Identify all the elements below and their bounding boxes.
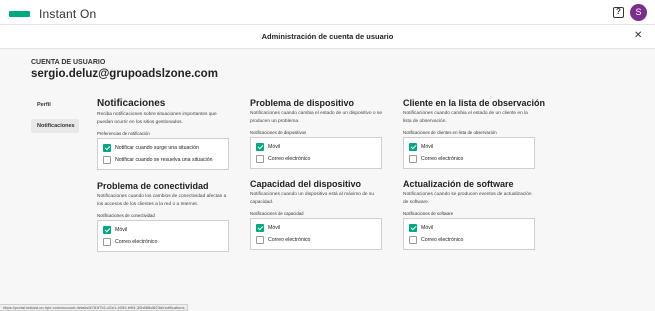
checkbox-unchecked[interactable] — [256, 155, 264, 164]
section-description: Notificaciones cuando cambia el estado d… — [403, 111, 528, 124]
option-label: Correo electrónico — [268, 156, 311, 163]
nav-item-notificaciones[interactable]: Notificaciones — [31, 119, 79, 133]
help-icon[interactable]: ? — [613, 7, 624, 18]
option-label: Móvil — [268, 144, 281, 151]
options-box: Notificar cuando surge una situación Not… — [97, 138, 229, 171]
section-title: Cliente en la lista de observación — [403, 98, 546, 108]
options-box: Móvil Correo electrónico — [97, 220, 229, 253]
account-email: sergio.deluz@grupoadslzone.com — [31, 68, 218, 80]
logo[interactable]: Instant On — [9, 7, 96, 21]
section-description: Notificaciones cuando se producen evento… — [403, 192, 532, 205]
section-description: Notificaciones cuando cambia el estado d… — [250, 111, 382, 124]
close-icon[interactable]: ✕ — [634, 30, 642, 41]
checkbox-unchecked[interactable] — [409, 155, 417, 164]
option-email[interactable]: Correo electrónico — [256, 153, 376, 165]
options-box: Móvil Correo electrónico — [250, 137, 382, 170]
main-content: CUENTA DE USUARIO sergio.deluz@grupoadsl… — [0, 50, 655, 304]
option-label: Móvil — [115, 227, 128, 234]
option-label: Correo electrónico — [421, 156, 464, 163]
section-dispositivo: Problema de dispositivo Notificaciones c… — [250, 98, 382, 170]
section-label: Notificaciones de clientes en lista de o… — [403, 130, 497, 136]
options-box: Móvil Correo electrónico — [403, 218, 535, 251]
option-label: Notificar cuando se resuelva una situaci… — [115, 157, 213, 164]
section-description: Notificaciones cuando un dispositivo est… — [250, 192, 374, 205]
section-notificaciones: Notificaciones Reciba notificaciones sob… — [97, 98, 229, 171]
option-movil[interactable]: Móvil — [409, 141, 529, 153]
option-email[interactable]: Correo electrónico — [256, 234, 376, 246]
checkbox-checked[interactable] — [409, 224, 417, 233]
options-box: Móvil Correo electrónico — [250, 218, 382, 251]
option-notify-situation[interactable]: Notificar cuando surge una situación — [103, 142, 223, 154]
section-description: Notificaciones cuando los cambios de con… — [97, 194, 227, 207]
checkbox-checked[interactable] — [103, 144, 111, 153]
option-notify-resolved[interactable]: Notificar cuando se resuelva una situaci… — [103, 154, 223, 166]
checkbox-unchecked[interactable] — [103, 156, 111, 165]
section-observacion: Cliente en la lista de observación Notif… — [403, 98, 546, 170]
options-box: Móvil Correo electrónico — [403, 137, 535, 170]
section-label: Notificaciones de conectividad — [97, 213, 155, 219]
account-label: CUENTA DE USUARIO — [31, 59, 106, 66]
option-label: Móvil — [421, 225, 434, 232]
section-label: Notificaciones de capacidad — [250, 211, 304, 217]
page-title: Administración de cuenta de usuario — [261, 32, 394, 41]
nav-item-perfil[interactable]: Perfil — [31, 98, 79, 112]
section-capacidad: Capacidad del dispositivo Notificaciones… — [250, 179, 382, 251]
section-description: Reciba notificaciones sobre situaciones … — [97, 112, 217, 125]
option-label: Correo electrónico — [115, 239, 158, 246]
status-bar-url: https://portal.instant-on.hpe.com/accoun… — [0, 304, 189, 311]
avatar[interactable]: S — [630, 4, 647, 21]
checkbox-checked[interactable] — [256, 224, 264, 233]
section-title: Notificaciones — [97, 98, 166, 109]
checkbox-checked[interactable] — [409, 143, 417, 152]
side-nav: Perfil Notificaciones — [31, 98, 79, 133]
section-label: Preferencias de notificación — [97, 131, 150, 137]
option-movil[interactable]: Móvil — [409, 222, 529, 234]
section-title: Actualización de software — [403, 179, 514, 189]
brand-name: Instant On — [39, 7, 97, 21]
checkbox-unchecked[interactable] — [409, 236, 417, 245]
option-movil[interactable]: Móvil — [256, 141, 376, 153]
option-movil[interactable]: Móvil — [256, 222, 376, 234]
modal-header: Administración de cuenta de usuario ✕ — [0, 25, 655, 49]
section-title: Problema de conectividad — [97, 181, 209, 191]
checkbox-checked[interactable] — [256, 143, 264, 152]
logo-mark — [9, 11, 30, 17]
section-title: Capacidad del dispositivo — [250, 179, 362, 189]
option-email[interactable]: Correo electrónico — [409, 234, 529, 246]
option-email[interactable]: Correo electrónico — [409, 153, 529, 165]
checkbox-unchecked[interactable] — [256, 236, 264, 245]
option-label: Móvil — [421, 144, 434, 151]
option-email[interactable]: Correo electrónico — [103, 236, 223, 248]
option-label: Móvil — [268, 225, 281, 232]
option-label: Correo electrónico — [268, 237, 311, 244]
section-conectividad: Problema de conectividad Notificaciones … — [97, 181, 229, 253]
option-movil[interactable]: Móvil — [103, 224, 223, 236]
checkbox-unchecked[interactable] — [103, 238, 111, 247]
section-label: Notificaciones de dispositivos — [250, 130, 307, 136]
checkbox-checked[interactable] — [103, 226, 111, 235]
option-label: Notificar cuando surge una situación — [115, 145, 199, 152]
top-bar: Instant On ? S — [0, 0, 655, 25]
section-label: Notificaciones de software — [403, 211, 454, 217]
section-software: Actualización de software Notificaciones… — [403, 179, 535, 251]
section-title: Problema de dispositivo — [250, 98, 355, 108]
option-label: Correo electrónico — [421, 237, 464, 244]
